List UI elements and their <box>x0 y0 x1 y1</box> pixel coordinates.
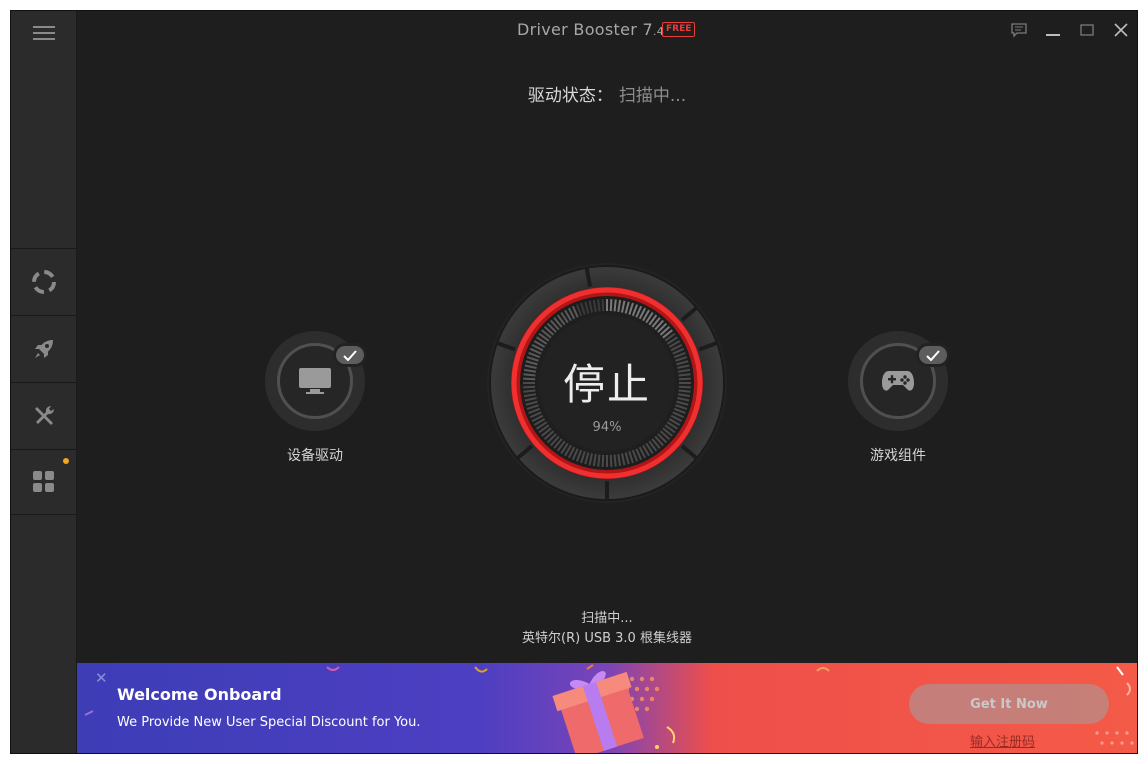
gamepad-icon <box>882 371 914 391</box>
driver-status: 驱动状态： 扫描中... <box>77 81 1137 106</box>
progress-tick <box>601 454 605 467</box>
device-driver-module[interactable] <box>265 331 367 431</box>
hamburger-icon <box>33 26 55 40</box>
enter-registration-code-link[interactable]: 输入注册码 <box>970 731 1035 750</box>
game-components-module[interactable] <box>848 331 950 431</box>
progress-tick <box>597 454 601 467</box>
checkmark-icon <box>343 349 357 361</box>
progress-tick <box>613 299 617 312</box>
get-it-now-button[interactable]: Get It Now <box>909 684 1109 724</box>
banner-title: Welcome Onboard <box>117 685 282 704</box>
monitor-icon <box>299 368 331 394</box>
sidebar-item-boost[interactable] <box>11 315 77 381</box>
close-icon <box>1114 23 1128 37</box>
tools-icon <box>35 405 55 425</box>
device-driver-check <box>333 343 367 367</box>
driver-status-value: 扫描中... <box>618 86 687 106</box>
title-bar: Driver Booster 7.4 FREE <box>77 11 1137 51</box>
progress-tick <box>601 299 605 312</box>
progress-tick <box>609 454 613 467</box>
game-components-label: 游戏组件 <box>870 448 926 464</box>
minimize-icon <box>1046 34 1060 36</box>
maximize-icon <box>1080 24 1094 36</box>
app-title: Driver Booster 7.4 <box>517 20 665 39</box>
driver-status-label: 驱动状态： <box>527 86 613 106</box>
free-badge: FREE <box>662 22 696 37</box>
sidebar-item-scan[interactable] <box>11 248 77 314</box>
scan-dial: 停止 94% <box>487 263 727 503</box>
progress-percent: 94% <box>592 420 622 435</box>
rocket-icon <box>35 339 53 358</box>
checkmark-icon <box>926 349 940 361</box>
lifebuoy-icon <box>32 269 56 294</box>
menu-button[interactable] <box>11 11 77 55</box>
banner-close-icon[interactable]: ✕ <box>95 671 108 686</box>
device-driver-label: 设备驱动 <box>287 448 343 464</box>
banner-subtitle: We Provide New User Special Discount for… <box>117 715 421 730</box>
app-window: Driver Booster 7.4 FREE 驱动状态： 扫描中... 设备驱… <box>10 10 1138 754</box>
scan-status: 扫描中... <box>581 611 633 626</box>
progress-tick <box>597 299 601 312</box>
chat-icon <box>1011 22 1027 38</box>
sidebar <box>11 11 77 753</box>
feedback-button[interactable] <box>1007 19 1031 41</box>
scan-current-item: 英特尔(R) USB 3.0 根集线器 <box>522 631 692 646</box>
maximize-button[interactable] <box>1075 19 1099 41</box>
apps-grid-icon <box>33 471 54 492</box>
progress-tick <box>609 299 613 312</box>
progress-tick <box>613 454 617 467</box>
minimize-button[interactable] <box>1041 19 1065 41</box>
notification-dot <box>63 458 69 464</box>
promo-banner: ✕ Welcome Onboard We Provide New User Sp… <box>77 663 1137 753</box>
game-components-check <box>916 343 950 367</box>
sidebar-item-tools[interactable] <box>11 382 77 448</box>
stop-button[interactable]: 停止 <box>487 351 727 412</box>
sidebar-item-apps[interactable] <box>11 449 77 515</box>
close-button[interactable] <box>1109 19 1133 41</box>
